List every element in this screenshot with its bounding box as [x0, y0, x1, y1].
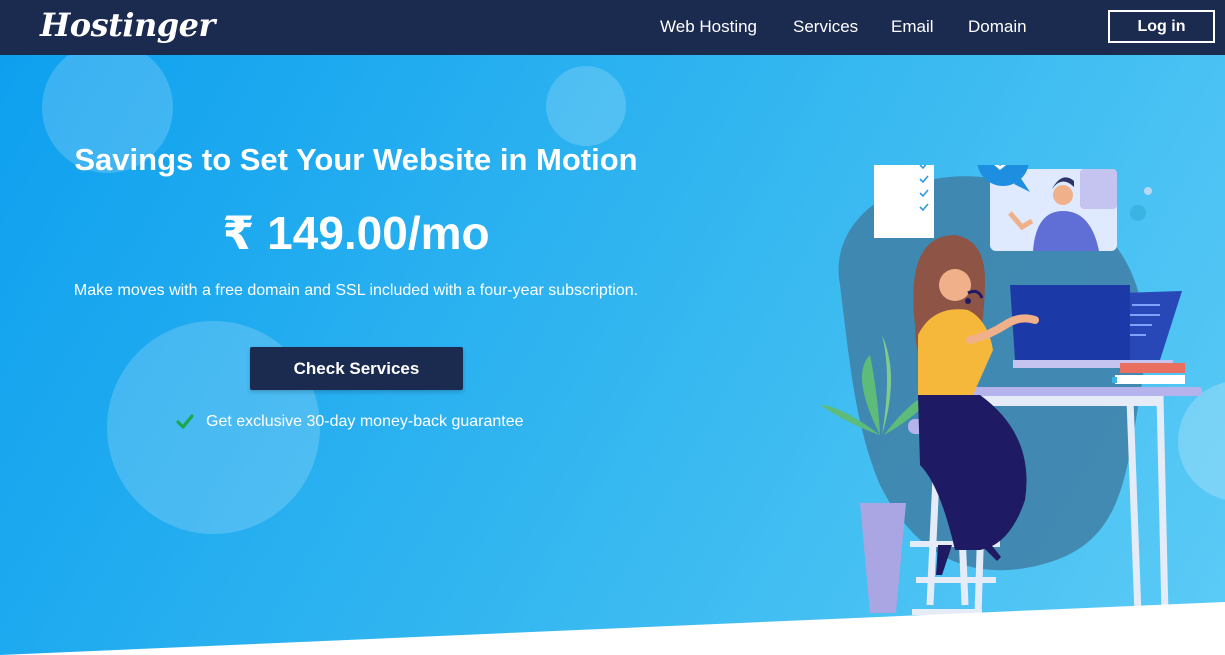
- nav-domain[interactable]: Domain: [968, 17, 1027, 37]
- check-icon: [176, 414, 194, 429]
- support-person-illustration: [820, 165, 1202, 616]
- hero-price: ₹ 149.00/mo: [222, 207, 490, 259]
- nav-web-hosting[interactable]: Web Hosting: [660, 17, 757, 37]
- nav-email[interactable]: Email: [891, 17, 934, 37]
- top-navbar: Hostinger Web Hosting Services Email Dom…: [0, 0, 1225, 55]
- login-button[interactable]: Log in: [1108, 10, 1215, 43]
- guarantee-text: Get exclusive 30-day money-back guarante…: [206, 413, 524, 430]
- logo[interactable]: Hostinger: [40, 6, 215, 44]
- hero-subtitle: Make moves with a free domain and SSL in…: [73, 282, 639, 299]
- nav-services[interactable]: Services: [793, 17, 858, 37]
- decor-bubble: [546, 66, 626, 146]
- hero-title: Savings to Set Your Website in Motion: [74, 142, 638, 177]
- check-services-button[interactable]: Check Services: [250, 347, 463, 390]
- hero-section: Savings to Set Your Website in Motion ₹ …: [0, 55, 1225, 655]
- guarantee-line: Get exclusive 30-day money-back guarante…: [176, 413, 524, 431]
